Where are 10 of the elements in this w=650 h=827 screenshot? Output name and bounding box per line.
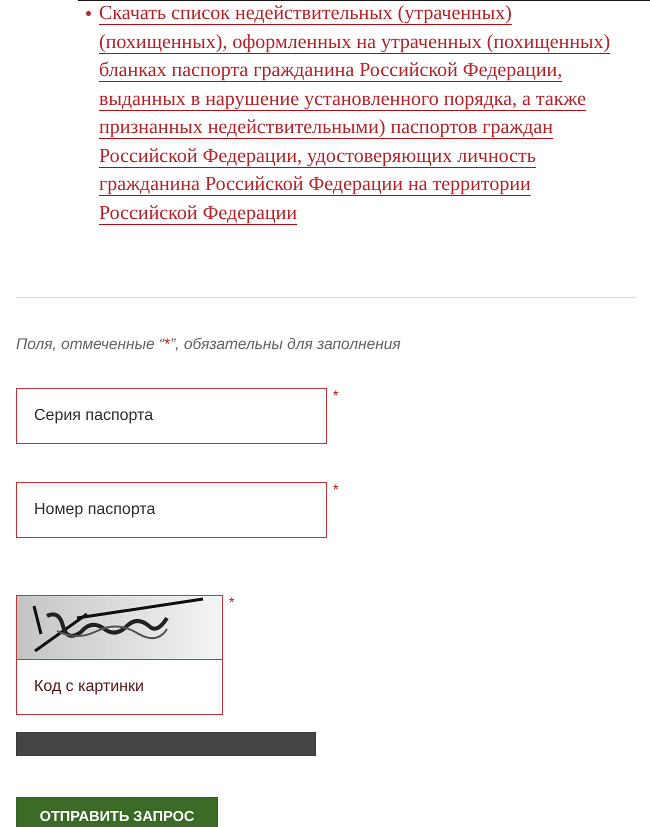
download-link[interactable]: Скачать список недействительных (утраченных) (похищенных), оформленных на утраченных (похищенных) бланках паспорта гражданина Российской Федерации, выданных в нарушение установленного порядка, а также признанных недействительными) паспортов граждан Российской Федерации, удостоверяющих личность гражданина Российской Федерации на территории Российской Федерации: [99, 0, 629, 227]
passport-input-field[interactable]: Номер паспорта: [16, 482, 327, 538]
submit-button[interactable]: ОТПРАВИТЬ ЗАПРОС: [16, 797, 218, 827]
required-asterisk: *: [333, 388, 338, 402]
passport-input-field[interactable]: Серия паспорта: [16, 388, 327, 444]
captcha-code-field[interactable]: Код с картинки: [16, 659, 223, 715]
required-fields-note: Поля, отмеченные “*”, обязательны для заполнения: [16, 336, 401, 354]
bullet-icon: [86, 11, 91, 16]
required-asterisk: *: [229, 595, 234, 609]
required-asterisk: *: [333, 482, 338, 496]
